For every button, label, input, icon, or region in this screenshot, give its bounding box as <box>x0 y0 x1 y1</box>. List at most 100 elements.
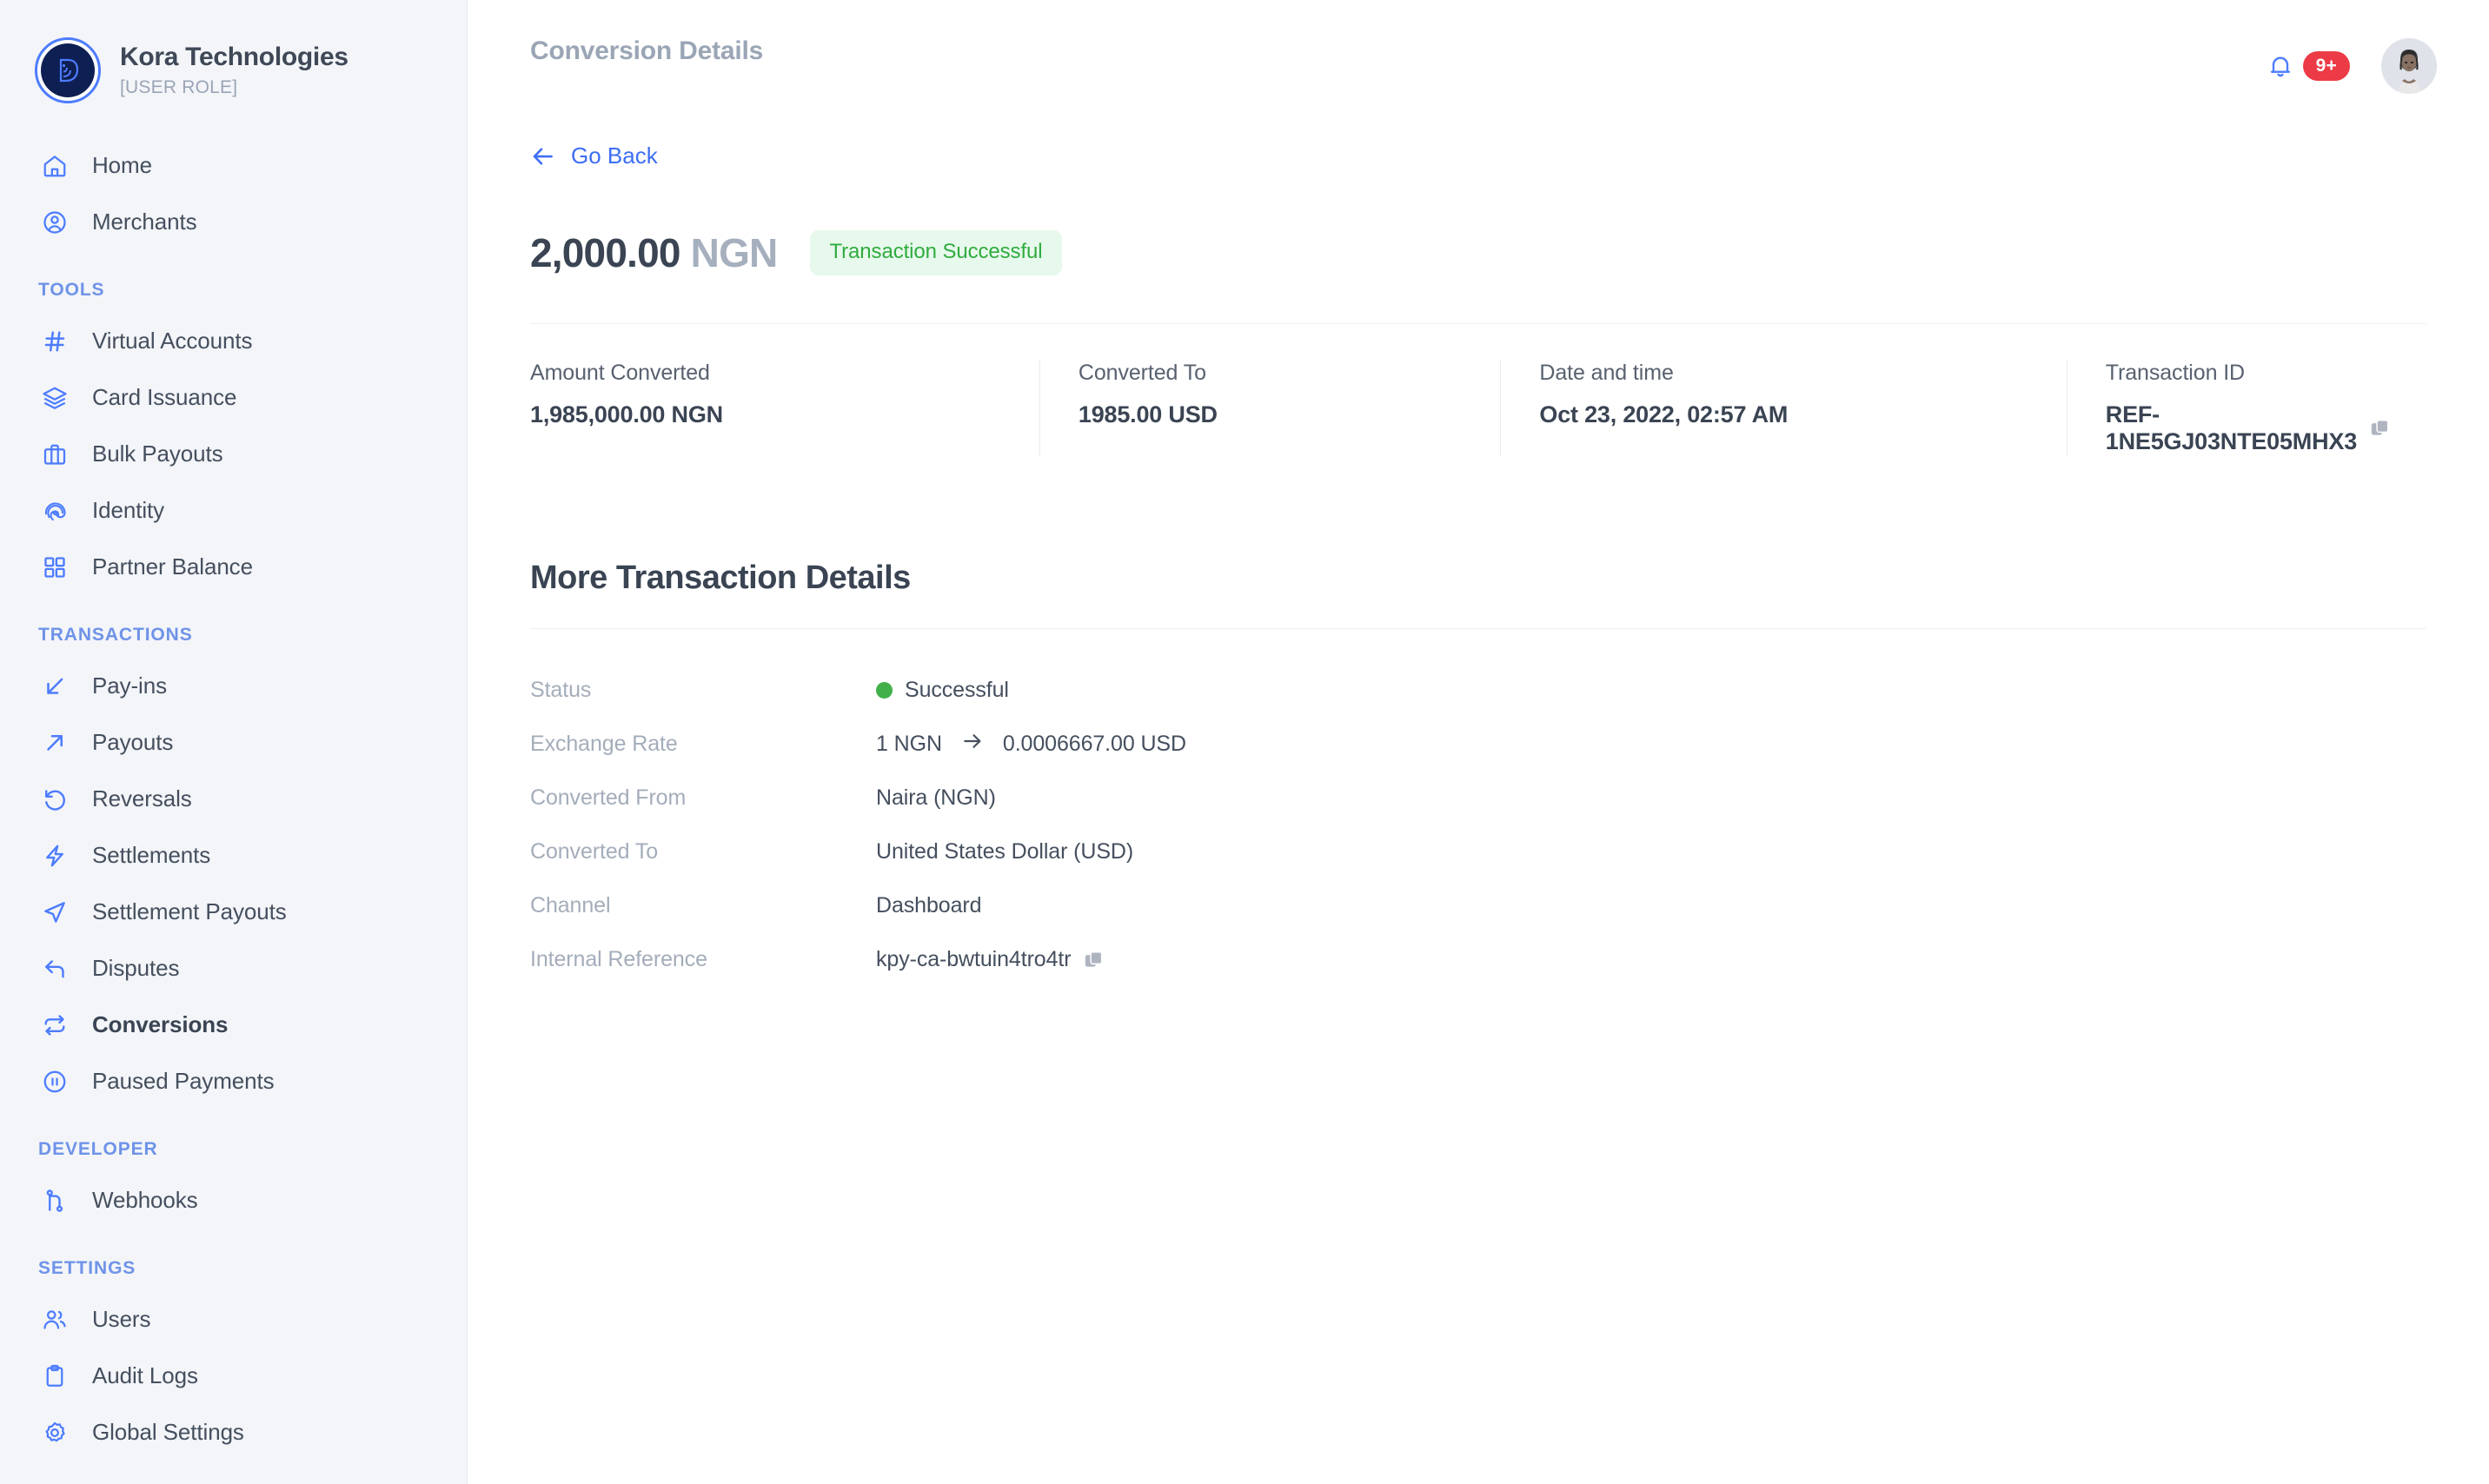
sidebar-item-reversals[interactable]: Reversals <box>0 771 467 827</box>
detail-key: Channel <box>530 893 611 918</box>
detail-key: Status <box>530 678 592 702</box>
summary-value: 1,985,000.00 NGN <box>530 401 723 427</box>
brand-name: Kora Technologies <box>120 43 348 72</box>
arrow-right-icon <box>961 730 984 759</box>
detail-key: Exchange Rate <box>530 732 678 756</box>
detail-key: Converted From <box>530 785 687 810</box>
sidebar-item-label: Audit Logs <box>92 1362 198 1388</box>
sidebar-item-virtual-accounts[interactable]: Virtual Accounts <box>0 313 467 369</box>
sidebar-item-identity[interactable]: Identity <box>0 482 467 539</box>
sidebar-item-home[interactable]: Home <box>0 137 467 194</box>
summary-label: Converted To <box>1078 360 1206 385</box>
detail-row-status: Status Successful <box>530 664 2426 718</box>
detail-row-internal-reference: Internal Reference kpy-ca-bwtuin4tro4tr <box>530 933 2426 987</box>
topbar: Conversion Details 9+ <box>468 0 2489 96</box>
detail-value: Successful <box>876 678 1009 703</box>
sidebar-item-disputes[interactable]: Disputes <box>0 940 467 997</box>
summary-card-date-and-time: Date and time Oct 23, 2022, 02:57 AM <box>1500 360 2066 455</box>
sidebar-item-label: Users <box>92 1306 151 1332</box>
detail-key: Internal Reference <box>530 947 707 971</box>
sidebar-section-developer: DEVELOPER <box>38 1139 158 1159</box>
copy-icon[interactable] <box>2369 417 2392 440</box>
fingerprint-icon <box>38 494 71 527</box>
notifications-button[interactable]: 9+ <box>2267 50 2350 82</box>
brand-header[interactable]: Kora Technologies [USER ROLE] <box>0 19 467 115</box>
rate-from: 1 NGN <box>876 732 942 756</box>
grid-icon <box>38 551 71 584</box>
rotate-ccw-icon <box>38 783 71 816</box>
corner-up-left-icon <box>38 952 71 985</box>
sidebar-item-partner-balance[interactable]: Partner Balance <box>0 539 467 595</box>
copy-icon[interactable] <box>1083 949 1105 971</box>
status-badge: Transaction Successful <box>810 229 1062 275</box>
sidebar-item-global-settings[interactable]: Global Settings <box>0 1404 467 1461</box>
gear-icon <box>38 1416 71 1449</box>
repeat-icon <box>38 1009 71 1042</box>
sidebar-item-label: Merchants <box>92 209 197 235</box>
main-content: Conversion Details 9+ Go Back 2,000.00 N… <box>468 0 2489 1484</box>
bell-icon <box>2267 52 2294 80</box>
sidebar-item-merchants[interactable]: Merchants <box>0 194 467 250</box>
go-back-label: Go Back <box>571 142 658 169</box>
sidebar-item-card-issuance[interactable]: Card Issuance <box>0 369 467 426</box>
status-dot-icon <box>876 682 893 699</box>
rate-to: 0.0006667.00 USD <box>1002 732 1186 756</box>
arrow-left-icon <box>530 143 556 169</box>
detail-row-channel: Channel Dashboard <box>530 879 2426 933</box>
summary-value: 1985.00 USD <box>1078 401 1218 427</box>
sidebar-item-label: Pay-ins <box>92 672 167 699</box>
section-divider <box>530 627 2426 629</box>
sidebar-item-bulk-payouts[interactable]: Bulk Payouts <box>0 426 467 482</box>
briefcase-icon <box>38 438 71 471</box>
go-back-button[interactable]: Go Back <box>530 142 658 169</box>
summary-value: REF-1NE5GJ03NTE05MHX3 <box>2106 401 2392 455</box>
sidebar-item-settlements[interactable]: Settlements <box>0 827 467 884</box>
detail-row-converted-from: Converted From Naira (NGN) <box>530 772 2426 825</box>
page-title: Conversion Details <box>530 36 764 65</box>
amount-currency: NGN <box>690 229 779 275</box>
sidebar-item-settlement-payouts[interactable]: Settlement Payouts <box>0 884 467 940</box>
sidebar-item-label: Home <box>92 152 152 178</box>
zap-icon <box>38 839 71 872</box>
sidebar-item-conversions[interactable]: Conversions <box>0 997 467 1053</box>
sidebar-item-users[interactable]: Users <box>0 1291 467 1348</box>
sidebar-item-label: Settlement Payouts <box>92 898 287 924</box>
detail-value: kpy-ca-bwtuin4tro4tr <box>876 947 1105 972</box>
pause-circle-icon <box>38 1065 71 1098</box>
summary-label: Amount Converted <box>530 360 710 385</box>
detail-value: 1 NGN 0.0006667.00 USD <box>876 730 1186 759</box>
layers-icon <box>38 381 71 414</box>
sidebar-item-label: Webhooks <box>92 1187 198 1213</box>
sidebar-item-label: Identity <box>92 497 165 523</box>
summary-card-amount-converted: Amount Converted 1,985,000.00 NGN <box>530 361 1039 455</box>
detail-row-converted-to: Converted To United States Dollar (USD) <box>530 825 2426 879</box>
sidebar-item-webhooks[interactable]: Webhooks <box>0 1172 467 1229</box>
home-icon <box>38 149 71 182</box>
sidebar-section-settings: SETTINGS <box>38 1258 136 1278</box>
app-root: Kora Technologies [USER ROLE] Home Merch… <box>0 0 2489 1484</box>
topbar-actions: 9+ <box>2267 36 2437 94</box>
summary-cards: Amount Converted 1,985,000.00 NGN Conver… <box>530 322 2426 455</box>
detail-value: Naira (NGN) <box>876 785 996 810</box>
sidebar-item-label: Partner Balance <box>92 553 253 580</box>
detail-row-exchange-rate: Exchange Rate 1 NGN 0.0006667.00 USD <box>530 718 2426 772</box>
arrow-down-left-icon <box>38 670 71 703</box>
summary-card-converted-to: Converted To 1985.00 USD <box>1039 360 1501 455</box>
sidebar-item-paused-payments[interactable]: Paused Payments <box>0 1053 467 1110</box>
sidebar-section-transactions: TRANSACTIONS <box>38 625 193 645</box>
detail-value: Dashboard <box>876 893 982 918</box>
sidebar-item-label: Payouts <box>92 729 174 755</box>
sidebar-item-audit-logs[interactable]: Audit Logs <box>0 1348 467 1404</box>
sidebar-item-payouts[interactable]: Payouts <box>0 714 467 771</box>
sidebar-item-label: Conversions <box>92 1011 229 1037</box>
sidebar-item-label: Reversals <box>92 785 192 812</box>
clipboard-icon <box>38 1360 71 1393</box>
amount-value: 2,000.00 NGN <box>530 229 779 276</box>
arrow-up-right-icon <box>38 726 71 759</box>
users-icon <box>38 1303 71 1336</box>
detail-value: United States Dollar (USD) <box>876 839 1134 864</box>
user-circle-icon <box>38 206 71 239</box>
sidebar-nav: Home Merchants TOOLS Virtual Accounts Ca… <box>0 137 467 1461</box>
sidebar-item-pay-ins[interactable]: Pay-ins <box>0 658 467 714</box>
avatar[interactable] <box>2381 38 2437 94</box>
